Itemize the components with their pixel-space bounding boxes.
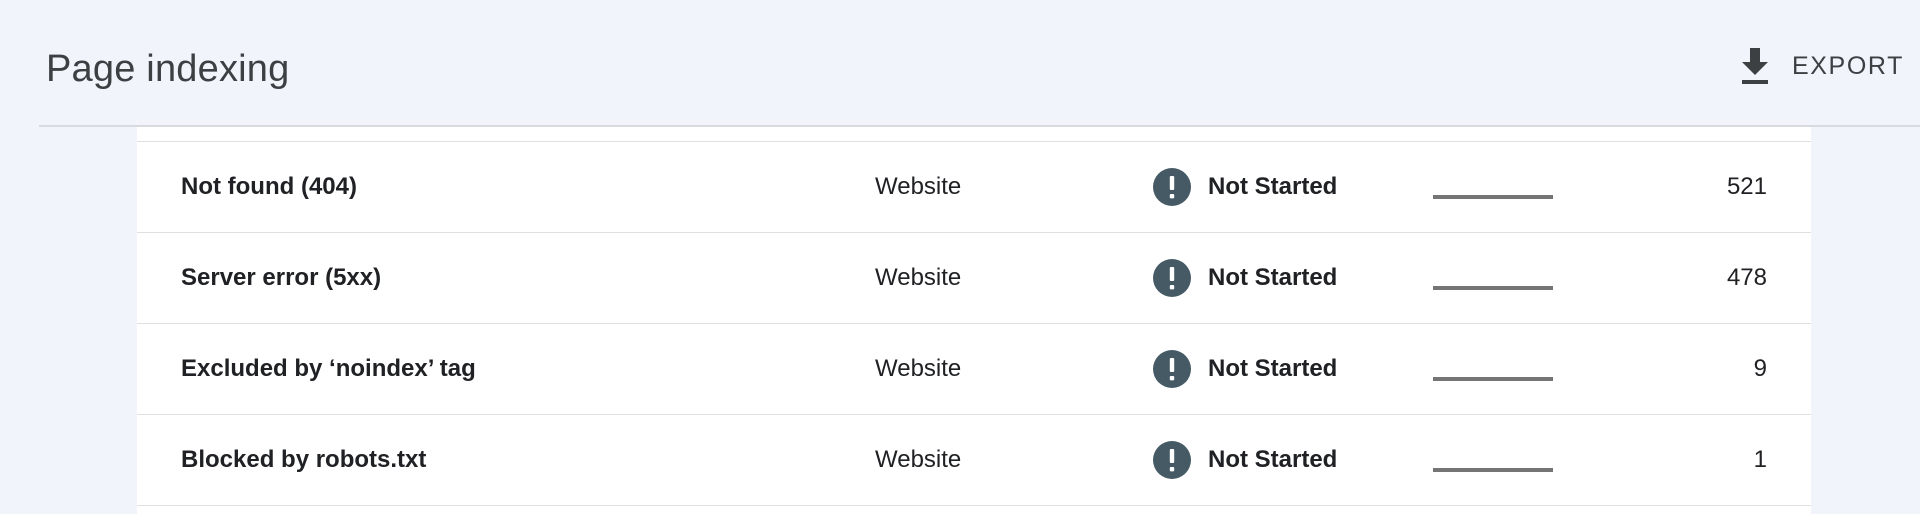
row-pages-count: 521 (1726, 173, 1767, 200)
row-reason: Server error (5xx) (181, 264, 382, 291)
row-reason: Blocked by robots.txt (181, 446, 427, 473)
alert-icon (1153, 350, 1191, 388)
row-source: Website (875, 446, 962, 473)
table-row[interactable]: Not found (404) Website Not Started 521 (137, 142, 1811, 233)
table-row[interactable]: Server error (5xx) Website Not Started 4… (137, 233, 1811, 324)
indexing-reasons-table: Not found (404) Website Not Started 521 … (137, 127, 1811, 514)
trend-sparkline (1433, 466, 1553, 474)
row-status: Not Started (1208, 173, 1338, 200)
export-button[interactable]: EXPORT (1738, 44, 1904, 88)
row-status: Not Started (1208, 446, 1338, 473)
download-icon (1738, 46, 1772, 86)
row-status: Not Started (1208, 355, 1338, 382)
row-source: Website (875, 264, 962, 291)
export-label: EXPORT (1792, 51, 1904, 80)
page-title: Page indexing (46, 48, 290, 90)
alert-icon (1153, 168, 1191, 206)
trend-sparkline (1433, 284, 1553, 292)
row-pages-count: 9 (1753, 355, 1767, 382)
page-header: Page indexing EXPORT (0, 0, 1920, 127)
row-reason: Excluded by ‘noindex’ tag (181, 355, 476, 382)
alert-icon (1153, 441, 1191, 479)
row-reason: Not found (404) (181, 173, 357, 200)
row-status: Not Started (1208, 264, 1338, 291)
table-row-partial (137, 127, 1811, 142)
row-pages-count: 478 (1726, 264, 1767, 291)
table-row[interactable]: Blocked by robots.txt Website Not Starte… (137, 415, 1811, 506)
trend-sparkline (1433, 375, 1553, 383)
alert-icon (1153, 259, 1191, 297)
table-row[interactable]: Excluded by ‘noindex’ tag Website Not St… (137, 324, 1811, 415)
row-pages-count: 1 (1753, 446, 1767, 473)
trend-sparkline (1433, 193, 1553, 201)
row-source: Website (875, 355, 962, 382)
row-source: Website (875, 173, 962, 200)
